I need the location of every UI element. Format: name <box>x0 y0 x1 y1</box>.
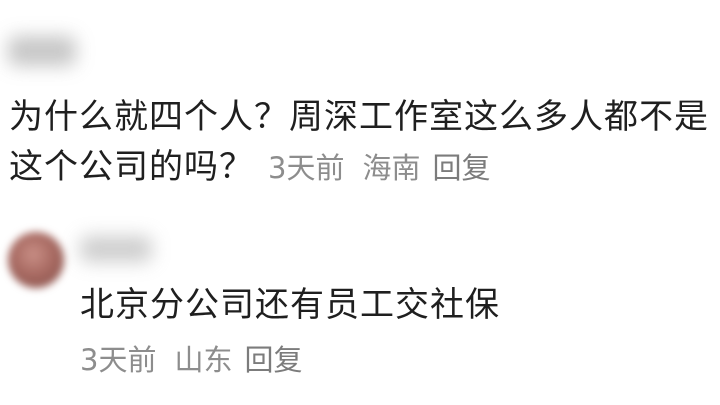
comment-meta: 3天前 海南 回复 <box>254 151 490 185</box>
comment-time: 3天前 <box>80 343 157 377</box>
avatar[interactable] <box>8 232 64 288</box>
comment-body: 为什么就四个人？周深工作室这么多人都不是这个公司的吗？ 3天前 海南 回复 <box>9 92 709 193</box>
comment-item: 为什么就四个人？周深工作室这么多人都不是这个公司的吗？ 3天前 海南 回复 <box>0 0 720 200</box>
reply-button[interactable]: 回复 <box>244 343 302 377</box>
comment-meta: 3天前 山东 回复 <box>80 340 302 380</box>
comment-time: 3天前 <box>268 151 345 185</box>
comment-location: 山东 <box>174 343 233 377</box>
comment-thread: 为什么就四个人？周深工作室这么多人都不是这个公司的吗？ 3天前 海南 回复 北京分公司… <box>0 0 720 405</box>
comment-item: 北京分公司还有员工交社保 3天前 山东 回复 <box>0 200 720 405</box>
comment-text: 北京分公司还有员工交社保 <box>80 285 500 325</box>
username-blurred[interactable] <box>80 236 152 262</box>
username-blurred[interactable] <box>8 36 76 66</box>
reply-button[interactable]: 回复 <box>432 151 490 185</box>
comment-location: 海南 <box>362 151 421 185</box>
